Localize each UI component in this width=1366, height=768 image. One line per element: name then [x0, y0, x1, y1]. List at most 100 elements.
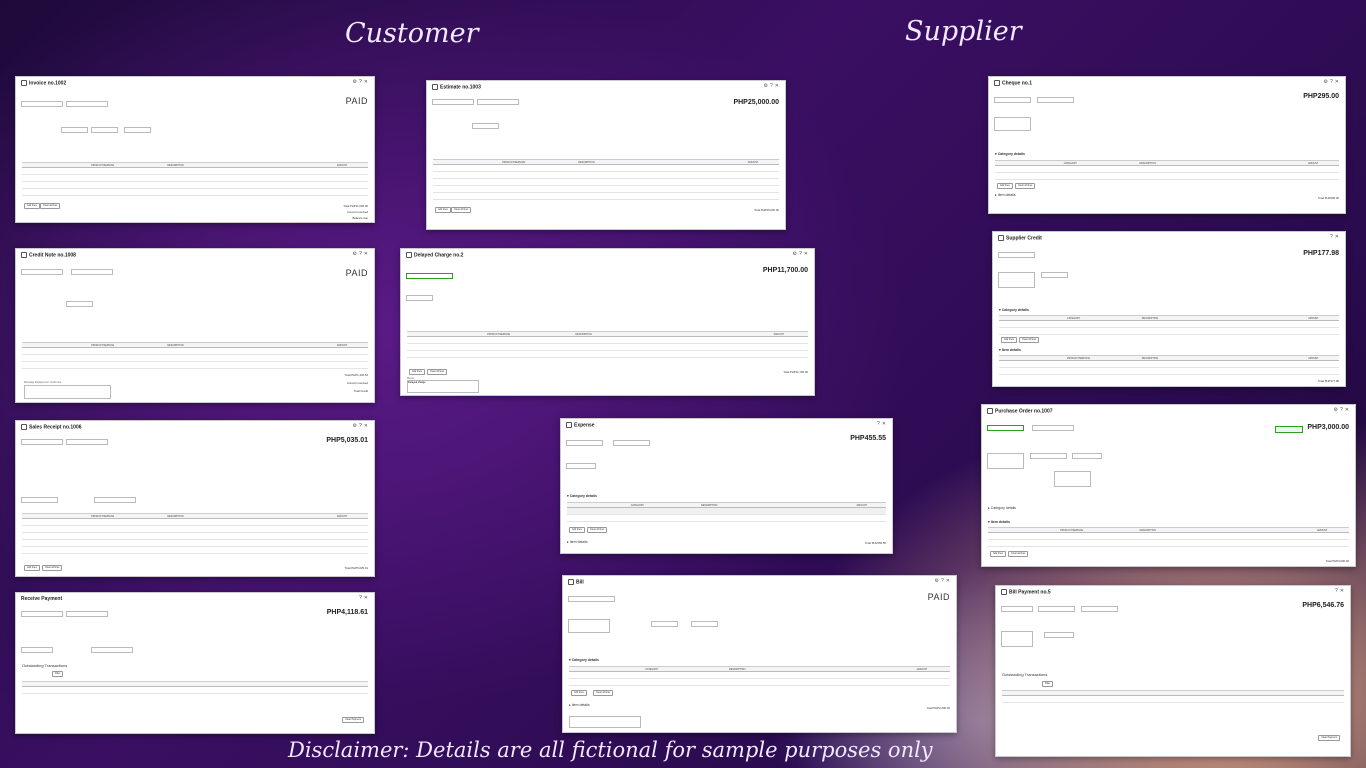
- table-row[interactable]: [433, 172, 779, 179]
- category-details-heading[interactable]: ▾ Category details: [999, 308, 1029, 312]
- category-details-heading[interactable]: ▾ Category details: [569, 658, 599, 662]
- table-row[interactable]: [22, 519, 368, 526]
- close-icon[interactable]: ✕: [1335, 234, 1341, 240]
- filter-button[interactable]: Filter: [1042, 681, 1054, 687]
- item-details-heading[interactable]: ▸ Item details: [569, 703, 590, 707]
- payee-select[interactable]: [566, 440, 603, 446]
- customer-select[interactable]: [21, 101, 63, 107]
- item-details-heading[interactable]: ▸ Item details: [995, 193, 1016, 197]
- table-row[interactable]: [22, 687, 368, 694]
- table-row[interactable]: [999, 321, 1339, 328]
- customer-select[interactable]: [21, 611, 63, 617]
- table-row[interactable]: [407, 344, 808, 351]
- table-row[interactable]: [22, 182, 368, 189]
- deposit-to-select[interactable]: [91, 647, 133, 653]
- clear-all-lines-button[interactable]: Clear all lines: [427, 369, 448, 375]
- clear-all-lines-button[interactable]: Clear all lines: [587, 527, 608, 533]
- clear-all-lines-button[interactable]: Clear all lines: [42, 565, 63, 571]
- close-icon[interactable]: ✕: [946, 578, 952, 584]
- table-row[interactable]: [433, 193, 779, 200]
- sales-receipt-window[interactable]: Sales Receipt no.1006 ⚙?✕ PHP5,035.01 PR…: [15, 420, 375, 577]
- close-icon[interactable]: ✕: [882, 421, 888, 427]
- email-field[interactable]: [1038, 606, 1075, 612]
- po-date-field[interactable]: [1072, 453, 1102, 459]
- item-details-heading[interactable]: ▸ Item details: [567, 540, 588, 544]
- invoice-date-field[interactable]: [91, 127, 118, 133]
- close-icon[interactable]: ✕: [1345, 407, 1351, 413]
- table-row[interactable]: [433, 179, 779, 186]
- table-row[interactable]: [22, 533, 368, 540]
- category-details-heading[interactable]: ▸ Category details: [988, 506, 1016, 510]
- category-details-heading[interactable]: ▾ Category details: [567, 494, 597, 498]
- credit-note-date-field[interactable]: [66, 301, 93, 307]
- close-icon[interactable]: ✕: [364, 251, 370, 257]
- close-icon[interactable]: ✕: [775, 83, 781, 89]
- table-row[interactable]: [999, 361, 1339, 368]
- due-date-field[interactable]: [691, 621, 718, 627]
- customer-select[interactable]: [406, 273, 453, 279]
- payment-method-select[interactable]: [21, 497, 58, 503]
- table-row[interactable]: [433, 165, 779, 172]
- customer-select[interactable]: [21, 439, 63, 445]
- clear-all-lines-button[interactable]: Clear all lines: [1008, 551, 1029, 557]
- add-lines-button[interactable]: Add lines: [997, 183, 1013, 189]
- add-lines-button[interactable]: Add lines: [24, 203, 40, 209]
- bill-date-field[interactable]: [651, 621, 678, 627]
- table-row[interactable]: [433, 186, 779, 193]
- add-lines-button[interactable]: Add lines: [24, 565, 40, 571]
- category-details-heading[interactable]: ▾ Category details: [995, 152, 1025, 156]
- table-row[interactable]: [22, 547, 368, 554]
- email-field[interactable]: [71, 269, 113, 275]
- table-row[interactable]: [567, 508, 886, 515]
- email-field[interactable]: [66, 439, 108, 445]
- add-lines-button[interactable]: Add lines: [569, 527, 585, 533]
- table-row[interactable]: [567, 515, 886, 522]
- table-row[interactable]: [995, 166, 1339, 173]
- table-row[interactable]: [22, 175, 368, 182]
- supplier-credit-window[interactable]: Supplier Credit ?✕ PHP177.98 ▾ Category …: [992, 231, 1346, 387]
- clear-payment-button[interactable]: Clear Payment: [1318, 735, 1340, 741]
- table-row[interactable]: [22, 168, 368, 175]
- memo-field[interactable]: Delayed charge: [407, 380, 479, 393]
- table-row[interactable]: [407, 337, 808, 344]
- clear-all-lines-button[interactable]: Clear all lines: [1019, 337, 1040, 343]
- clear-payment-button[interactable]: Clear Payment: [342, 717, 364, 723]
- payee-select[interactable]: [994, 97, 1031, 103]
- payment-account-select[interactable]: [613, 440, 650, 446]
- table-row[interactable]: [407, 351, 808, 358]
- email-field[interactable]: [66, 101, 108, 107]
- ship-to-select[interactable]: [1030, 453, 1067, 459]
- payment-date-field[interactable]: [566, 463, 596, 469]
- customer-select[interactable]: [432, 99, 474, 105]
- table-row[interactable]: [22, 355, 368, 362]
- table-row[interactable]: [22, 362, 368, 369]
- receive-payment-window[interactable]: Receive Payment ?✕ PHP4,118.61 Outstandi…: [15, 592, 375, 734]
- supplier-select[interactable]: [987, 425, 1024, 431]
- estimate-window[interactable]: Estimate no.1003 ⚙?✕ PHP25,000.00 PRODUC…: [426, 80, 786, 230]
- deposit-to-select[interactable]: [94, 497, 136, 503]
- payment-method-select[interactable]: [21, 647, 53, 653]
- clear-all-lines-button[interactable]: Clear all lines: [40, 203, 61, 209]
- add-lines-button[interactable]: Add lines: [409, 369, 425, 375]
- expense-window[interactable]: Expense ?✕ PHP455.55 ▾ Category details …: [560, 418, 893, 554]
- table-row[interactable]: [22, 189, 368, 196]
- bill-window[interactable]: Bill ⚙?✕ PAID ▾ Category details CATEGOR…: [562, 575, 957, 733]
- delayed-charge-window[interactable]: Delayed Charge no.2 ⚙?✕ PHP11,700.00 PRO…: [400, 248, 815, 396]
- table-row[interactable]: [22, 540, 368, 547]
- email-field[interactable]: [477, 99, 519, 105]
- clear-all-lines-button[interactable]: Clear all lines: [593, 690, 614, 696]
- cheque-window[interactable]: Cheque no.1 ⚙?✕ PHP295.00 ▾ Category det…: [988, 76, 1346, 214]
- filter-button[interactable]: Filter: [52, 671, 64, 677]
- clear-all-lines-button[interactable]: Clear all lines: [1015, 183, 1036, 189]
- add-lines-button[interactable]: Add lines: [571, 690, 587, 696]
- payment-date-field[interactable]: [1041, 272, 1068, 278]
- table-row[interactable]: [995, 173, 1339, 180]
- due-date-field[interactable]: [124, 127, 151, 133]
- estimate-date-field[interactable]: [472, 123, 499, 129]
- memo-field[interactable]: [569, 716, 641, 728]
- add-lines-button[interactable]: Add lines: [435, 207, 451, 213]
- mailing-address-field[interactable]: [994, 117, 1031, 131]
- payment-date-field[interactable]: [1044, 632, 1074, 638]
- close-icon[interactable]: ✕: [1335, 79, 1341, 85]
- item-details-heading[interactable]: ▾ Item details: [988, 520, 1010, 524]
